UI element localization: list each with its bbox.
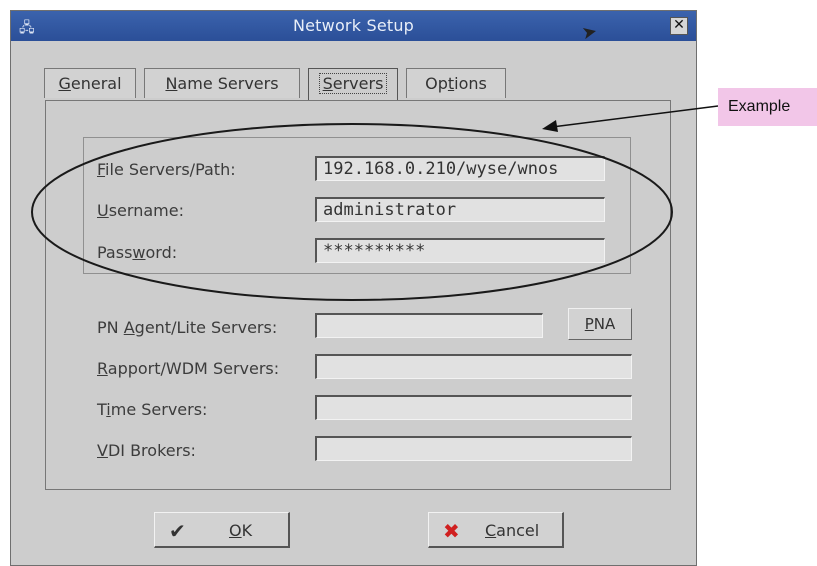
username-input[interactable]: administrator: [315, 197, 605, 222]
tab-general[interactable]: General: [44, 68, 136, 98]
checkmark-icon: ✔: [169, 519, 186, 543]
pn-agent-label: PN Agent/Lite Servers:: [97, 318, 278, 337]
pn-agent-input[interactable]: [315, 313, 543, 338]
rapport-label: Rapport/WDM Servers:: [97, 359, 280, 378]
tab-name-servers[interactable]: Name Servers: [144, 68, 300, 98]
file-servers-input[interactable]: 192.168.0.210/wyse/wnos: [315, 156, 605, 181]
username-label: Username:: [97, 201, 184, 220]
example-annotation: Example: [718, 88, 817, 126]
ok-button[interactable]: ✔ OK: [154, 512, 290, 548]
tab-options[interactable]: Options: [406, 68, 506, 98]
pna-button[interactable]: PNA: [568, 308, 632, 340]
password-input[interactable]: **********: [315, 238, 605, 263]
file-servers-label: File Servers/Path:: [97, 160, 236, 179]
cross-icon: ✖: [443, 519, 460, 543]
tab-servers[interactable]: Servers: [308, 68, 398, 101]
time-servers-input[interactable]: [315, 395, 632, 420]
vdi-brokers-label: VDI Brokers:: [97, 441, 196, 460]
vdi-brokers-input[interactable]: [315, 436, 632, 461]
rapport-input[interactable]: [315, 354, 632, 379]
close-icon[interactable]: ✕: [670, 17, 688, 35]
password-label: Password:: [97, 243, 178, 262]
time-servers-label: Time Servers:: [97, 400, 208, 419]
cancel-button[interactable]: ✖ Cancel: [428, 512, 564, 548]
annotation-arrow: [542, 105, 719, 132]
